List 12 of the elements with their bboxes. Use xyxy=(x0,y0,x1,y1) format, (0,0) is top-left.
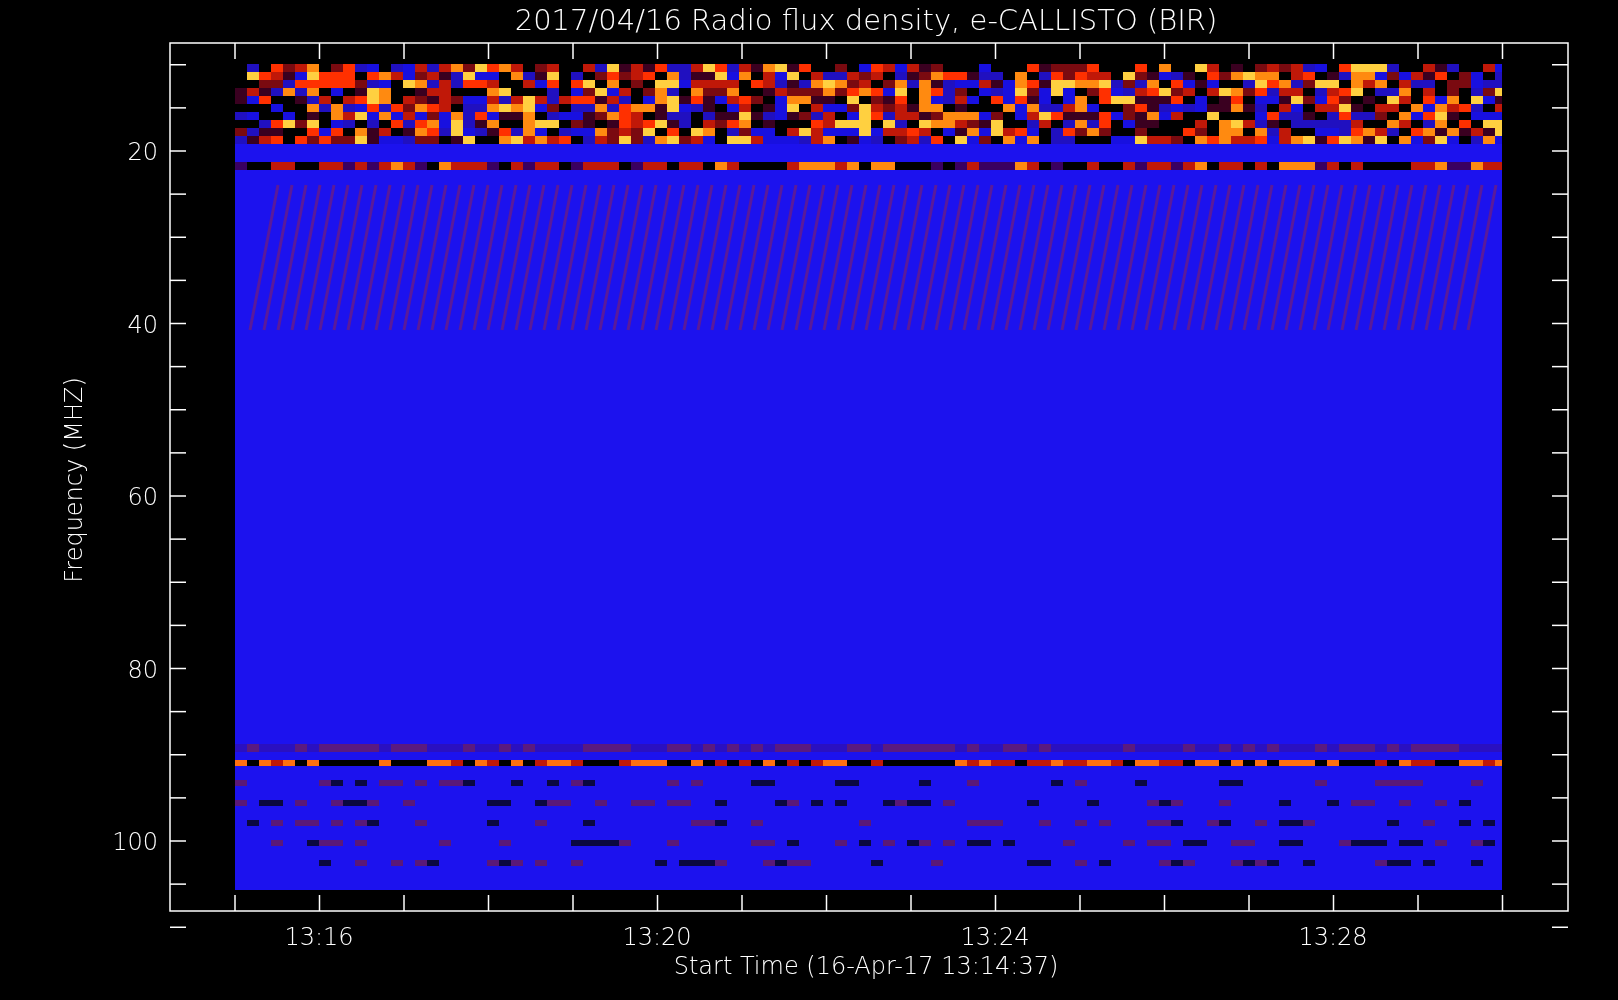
y-axis-label: Frequency (MHZ) xyxy=(60,377,88,583)
chart-title: 2017/04/16 Radio flux density, e-CALLISTO (BIR) xyxy=(514,3,1218,37)
y-tick-label: 20 xyxy=(127,138,158,166)
x-axis-label: Start Time (16-Apr-17 13:14:37) xyxy=(673,952,1059,980)
y-tick-label: 80 xyxy=(127,655,158,684)
y-tick-label: 60 xyxy=(127,483,158,511)
x-tick-label: 13:28 xyxy=(1298,923,1368,951)
x-tick-label: 13:24 xyxy=(960,923,1030,951)
y-tick-label: 100 xyxy=(112,828,158,856)
x-tick-label: 13:16 xyxy=(284,923,354,951)
y-tick-label: 40 xyxy=(127,310,158,339)
x-tick-label: 13:20 xyxy=(622,923,692,951)
